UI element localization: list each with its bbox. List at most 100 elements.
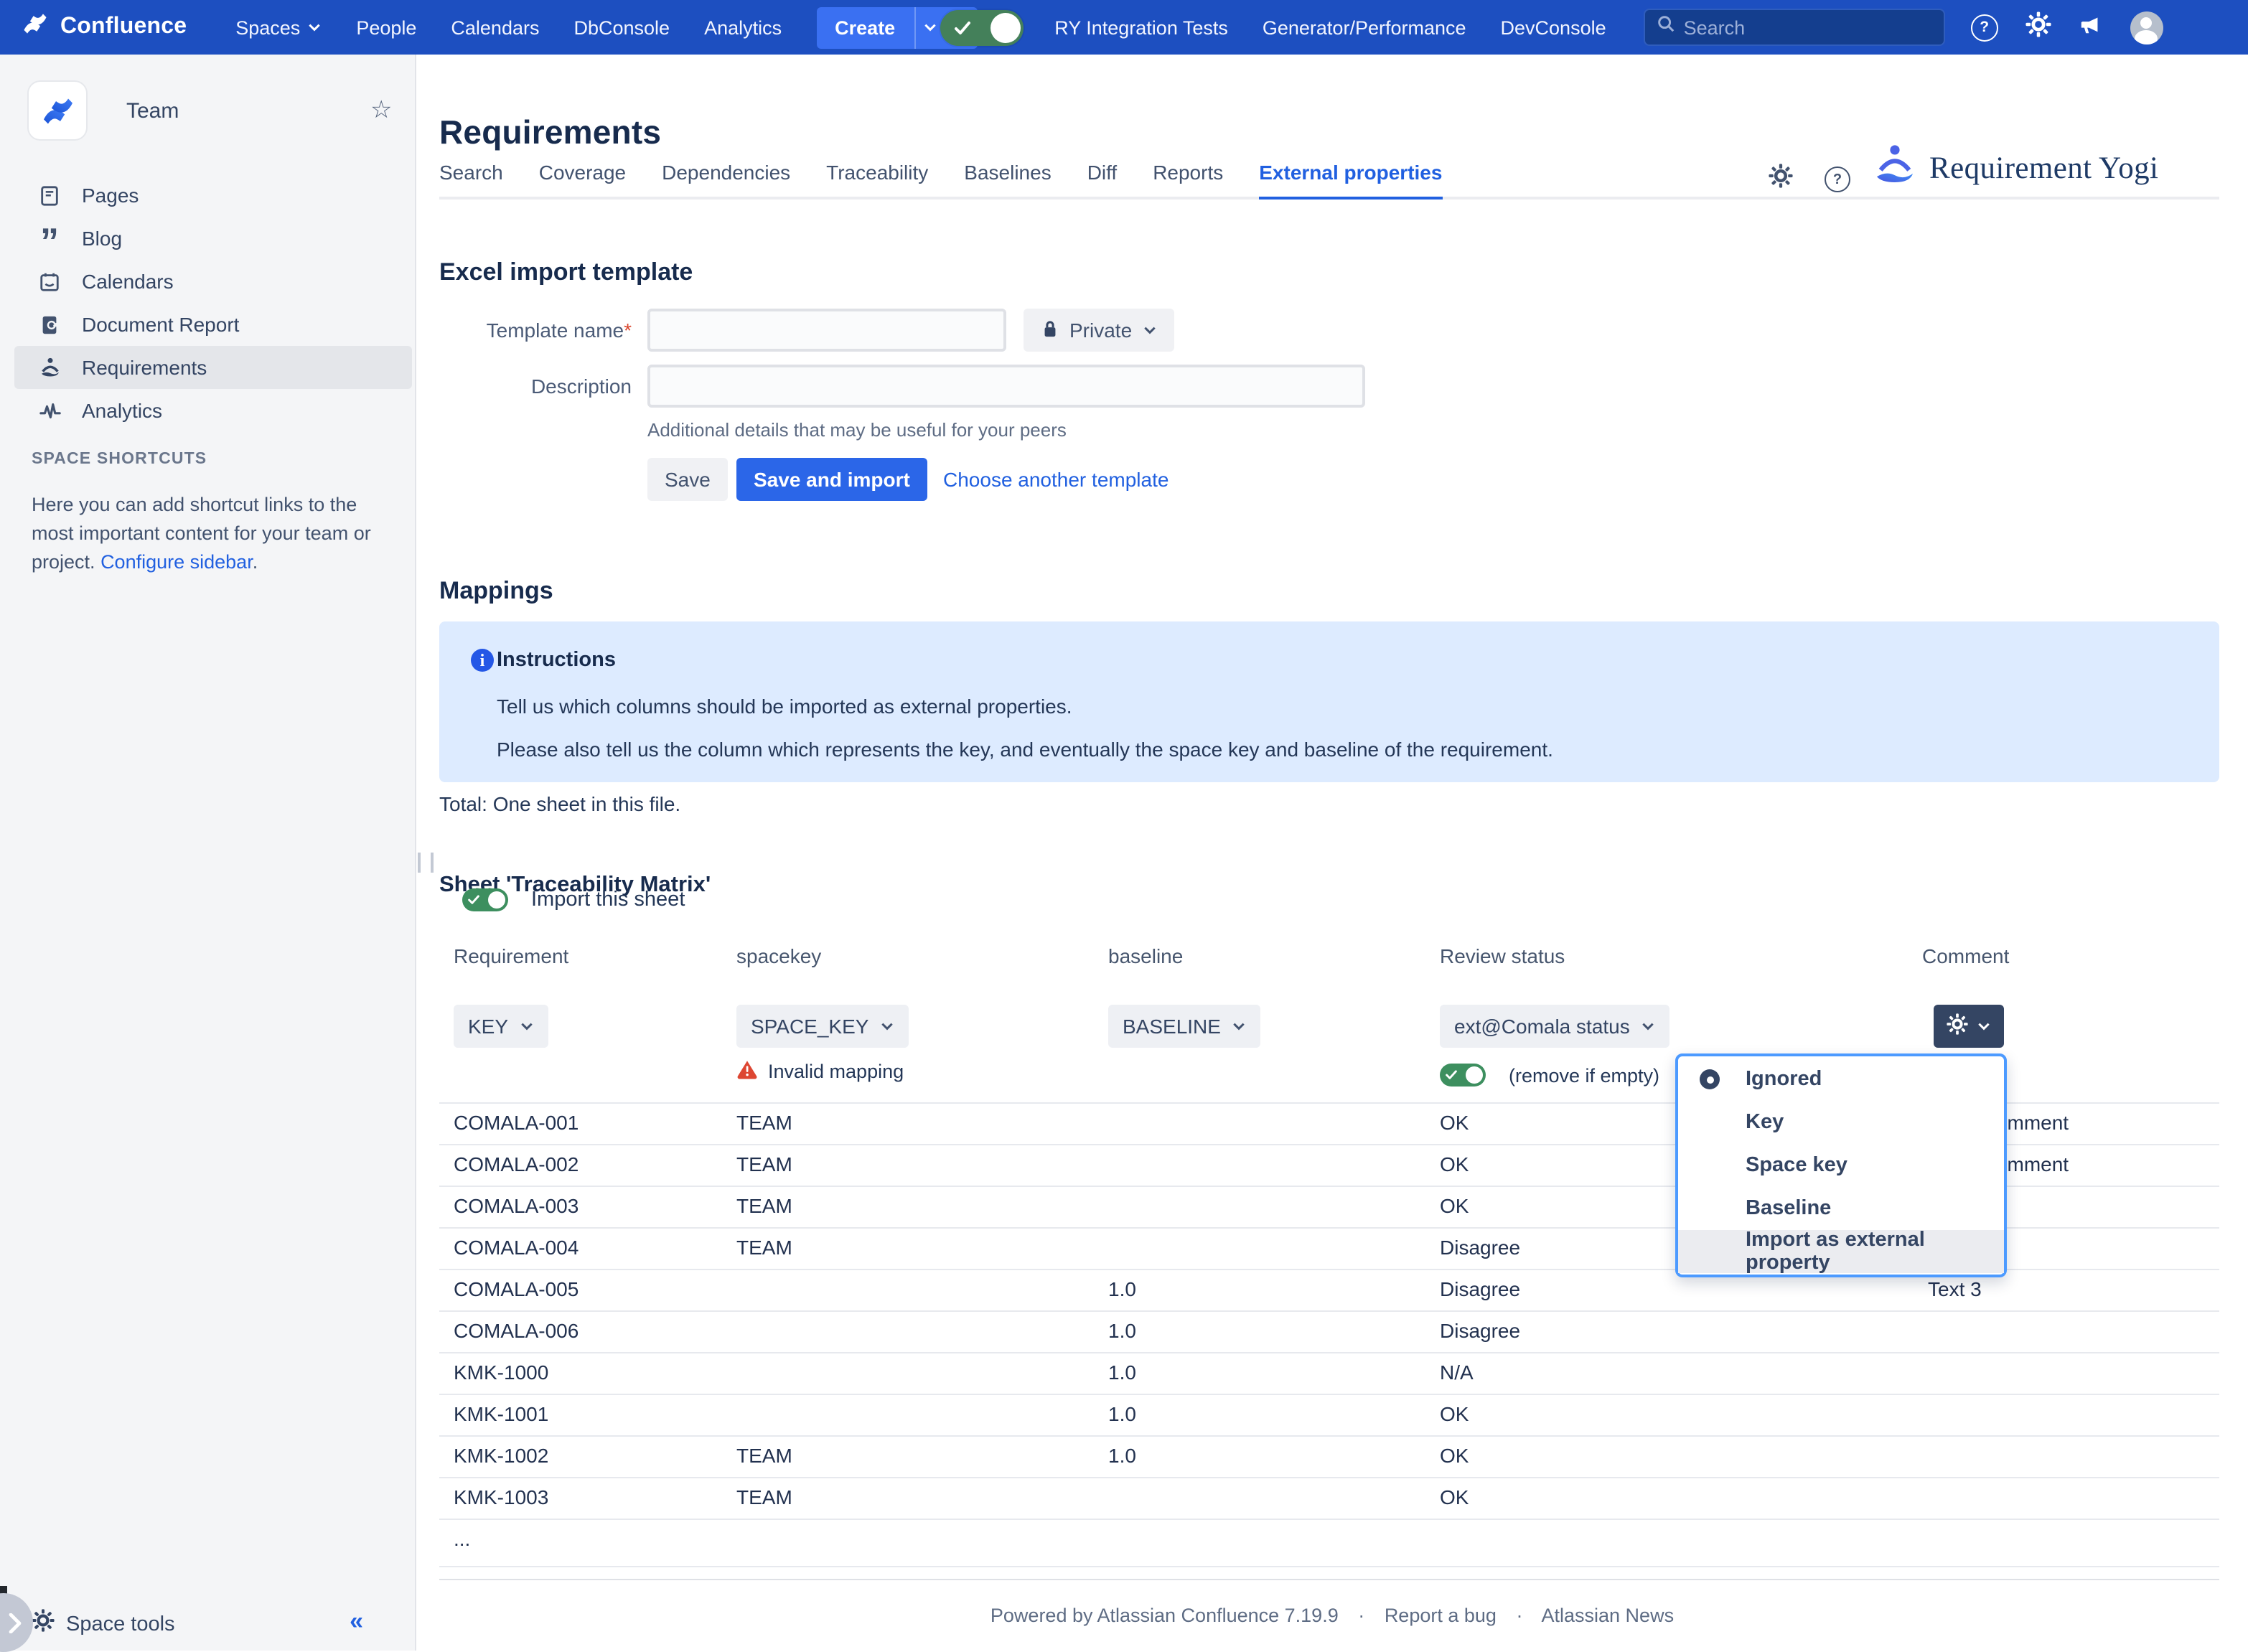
report-a-bug-link[interactable]: Report a bug <box>1385 1605 1497 1626</box>
sidebar-item-label: Calendars <box>82 270 174 293</box>
cell-review-status: OK <box>1440 1145 1469 1184</box>
create-button[interactable]: Create <box>816 6 914 48</box>
tab-dependencies[interactable]: Dependencies <box>662 161 790 197</box>
save-and-import-button[interactable]: Save and import <box>736 458 927 501</box>
spacekey-mapping-dropdown[interactable]: SPACE_KEY <box>736 1005 909 1048</box>
save-button[interactable]: Save <box>647 458 728 501</box>
help-icon[interactable]: ? <box>1825 166 1850 192</box>
baseline-mapping-dropdown[interactable]: BASELINE <box>1108 1005 1261 1048</box>
sidebar-item-label: Blog <box>82 227 122 250</box>
tab-actions: ? <box>1769 164 1850 195</box>
sidebar-item-label: Document Report <box>82 313 239 336</box>
comment-mapping-dropdown[interactable] <box>1934 1005 2004 1048</box>
chevron-down-icon <box>520 1019 534 1033</box>
favorite-star-icon[interactable]: ☆ <box>370 98 393 122</box>
space-header[interactable]: Team <box>29 82 179 139</box>
sidebar-item-pages[interactable]: Pages <box>14 174 412 217</box>
vendor-name: Requirement Yogi <box>1929 150 2158 186</box>
dark-feature-toggle[interactable] <box>940 9 1023 45</box>
space-tools-button[interactable]: Space tools <box>32 1609 175 1639</box>
description-input[interactable] <box>647 365 1365 408</box>
chevron-down-icon <box>307 17 322 38</box>
template-name-label-text: Template name <box>487 319 624 342</box>
cell-review-status: Disagree <box>1440 1229 1520 1267</box>
cell-requirement-key: COMALA-004 <box>454 1229 579 1267</box>
cell-spacekey: TEAM <box>736 1229 792 1267</box>
menu-item-space-key[interactable]: Space key <box>1678 1144 2004 1187</box>
table-row[interactable]: KMK-1001 1.0 OK <box>439 1395 2219 1437</box>
sidebar-item-requirements[interactable]: Requirements <box>14 346 412 389</box>
table-row[interactable]: COMALA-006 1.0 Disagree <box>439 1312 2219 1353</box>
gear-icon[interactable] <box>2025 11 2051 44</box>
global-search-input[interactable]: Search <box>1644 9 1945 46</box>
review-status-mapping-dropdown[interactable]: ext@Comala status <box>1440 1005 1670 1048</box>
nav-item-analytics[interactable]: Analytics <box>704 17 782 38</box>
drag-handle-icon[interactable] <box>418 853 434 873</box>
nav-item-ry-integration-tests[interactable]: RY Integration Tests <box>1054 17 1228 38</box>
nav-item-people[interactable]: People <box>356 17 416 38</box>
sidebar-item-document-report[interactable]: Document Report <box>14 303 412 346</box>
user-avatar[interactable] <box>2130 11 2163 44</box>
menu-item-ignored[interactable]: Ignored <box>1678 1058 2004 1101</box>
sidebar-menu: Pages ” Blog Calendars Document Report R… <box>0 174 415 432</box>
sidebar-item-analytics[interactable]: Analytics <box>14 389 412 432</box>
nav-item-devconsole[interactable]: DevConsole <box>1501 17 1606 38</box>
menu-item-key[interactable]: Key <box>1678 1101 2004 1144</box>
tab-search[interactable]: Search <box>439 161 503 197</box>
chevron-down-icon <box>1232 1019 1247 1033</box>
help-icon[interactable]: ? <box>1971 14 1998 41</box>
nav-item-dbconsole[interactable]: DbConsole <box>574 17 670 38</box>
cell-baseline: 1.0 <box>1108 1312 1136 1351</box>
sidebar-item-calendars[interactable]: Calendars <box>14 260 412 303</box>
configure-sidebar-link[interactable]: Configure sidebar <box>100 551 253 573</box>
tab-external-properties[interactable]: External properties <box>1259 161 1442 200</box>
cell-review-status: OK <box>1440 1478 1469 1517</box>
visibility-dropdown[interactable]: Private <box>1024 309 1174 352</box>
nav-item-calendars[interactable]: Calendars <box>451 17 539 38</box>
confluence-brand[interactable]: Confluence <box>20 9 187 46</box>
requirement-mapping-dropdown[interactable]: KEY <box>454 1005 548 1048</box>
cell-review-status: OK <box>1440 1437 1469 1475</box>
table-row[interactable]: KMK-1000 1.0 N/A <box>439 1353 2219 1395</box>
table-row[interactable]: KMK-1002 TEAM 1.0 OK <box>439 1437 2219 1478</box>
remove-if-empty-option: (remove if empty) <box>1440 1064 1659 1087</box>
tab-diff[interactable]: Diff <box>1087 161 1118 197</box>
tab-baselines[interactable]: Baselines <box>964 161 1051 197</box>
atlassian-news-link[interactable]: Atlassian News <box>1542 1605 1675 1626</box>
cell-baseline: 1.0 <box>1108 1270 1136 1309</box>
powered-by-text: Powered by Atlassian Confluence 7.19.9 <box>990 1605 1339 1626</box>
mapping-value: BASELINE <box>1123 1015 1221 1038</box>
nav-item-spaces[interactable]: Spaces <box>235 17 322 38</box>
tab-reports[interactable]: Reports <box>1153 161 1223 197</box>
template-name-input[interactable] <box>647 309 1006 352</box>
settings-gear-icon[interactable] <box>1769 164 1793 195</box>
import-sheet-toggle[interactable] <box>462 888 508 911</box>
tab-coverage[interactable]: Coverage <box>539 161 626 197</box>
page-icon <box>37 184 62 206</box>
cell-requirement-key: COMALA-005 <box>454 1270 579 1309</box>
sidebar-item-blog[interactable]: ” Blog <box>14 217 412 260</box>
column-header-review-status: Review status <box>1440 944 1565 967</box>
app-viewport: Confluence Spaces People Calendars DbCon… <box>0 0 2248 1651</box>
choose-another-template-link[interactable]: Choose another template <box>943 468 1169 491</box>
nav-item-generator-performance[interactable]: Generator/Performance <box>1263 17 1466 38</box>
menu-item-label: Baseline <box>1746 1197 1831 1220</box>
menu-item-import-as-external-property[interactable]: Import as external property <box>1678 1230 2004 1273</box>
table-row[interactable]: ... <box>439 1520 2219 1567</box>
table-row[interactable]: KMK-1003 TEAM OK <box>439 1478 2219 1520</box>
cell-baseline: 1.0 <box>1108 1353 1136 1392</box>
tab-traceability[interactable]: Traceability <box>826 161 928 197</box>
sidebar-expand-handle[interactable] <box>0 1593 33 1652</box>
sidebar-item-label: Pages <box>82 184 139 207</box>
menu-item-label: Ignored <box>1746 1068 1822 1091</box>
import-sheet-label: Import this sheet <box>531 888 685 911</box>
menu-item-baseline[interactable]: Baseline <box>1678 1187 2004 1230</box>
collapse-sidebar-button[interactable]: « <box>350 1608 363 1636</box>
cell-requirement-key: KMK-1003 <box>454 1478 548 1517</box>
content-divider <box>439 1579 2219 1580</box>
chevron-down-icon <box>1641 1019 1656 1033</box>
remove-if-empty-toggle[interactable] <box>1440 1064 1486 1087</box>
required-asterisk: * <box>624 319 632 342</box>
megaphone-icon[interactable] <box>2079 11 2103 43</box>
visibility-label: Private <box>1069 319 1132 342</box>
